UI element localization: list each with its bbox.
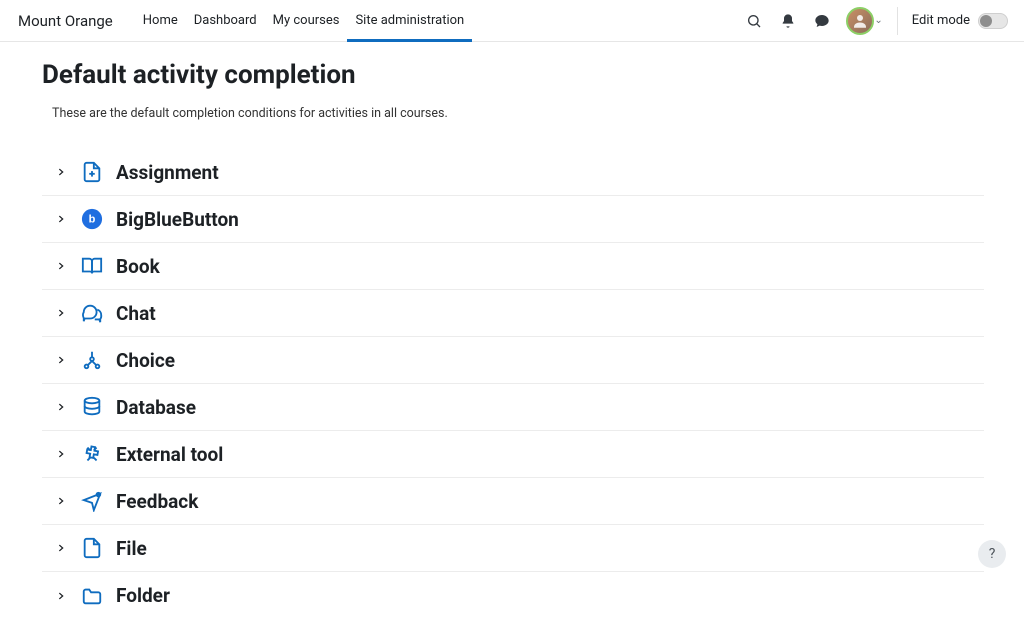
avatar[interactable] xyxy=(846,7,874,35)
activity-label: Feedback xyxy=(116,490,198,513)
chevron-right-icon xyxy=(48,535,74,561)
activity-row-book[interactable]: Book xyxy=(42,243,984,290)
nav-my-courses[interactable]: My courses xyxy=(265,0,348,41)
chevron-right-icon xyxy=(48,253,74,279)
activity-row-feedback[interactable]: Feedback xyxy=(42,478,984,525)
activity-label: BigBlueButton xyxy=(116,208,239,231)
nav-home[interactable]: Home xyxy=(135,0,186,41)
external-tool-icon xyxy=(80,442,104,466)
brand[interactable]: Mount Orange xyxy=(18,12,113,30)
avatar-caret-icon[interactable]: ⌄ xyxy=(874,15,882,26)
chevron-right-icon xyxy=(48,206,74,232)
book-icon xyxy=(80,254,104,278)
activity-label: External tool xyxy=(116,443,223,466)
page-description: These are the default completion conditi… xyxy=(52,106,984,121)
main: Default activity completion These are th… xyxy=(0,42,1024,619)
chevron-right-icon xyxy=(48,300,74,326)
bigbluebutton-icon: b xyxy=(80,207,104,231)
activity-row-bigbluebutton[interactable]: b BigBlueButton xyxy=(42,196,984,243)
bell-icon[interactable] xyxy=(778,11,798,31)
activity-row-folder[interactable]: Folder xyxy=(42,572,984,619)
edit-mode-label: Edit mode xyxy=(912,13,970,28)
messages-icon[interactable] xyxy=(812,11,832,31)
svg-text:b: b xyxy=(89,214,96,226)
activity-label: Folder xyxy=(116,584,170,607)
database-icon xyxy=(80,395,104,419)
activity-label: Choice xyxy=(116,349,175,372)
chevron-right-icon xyxy=(48,394,74,420)
header-divider xyxy=(897,7,898,35)
activity-row-assignment[interactable]: Assignment xyxy=(42,149,984,196)
header-right: ⌄ Edit mode xyxy=(744,7,1008,35)
file-icon xyxy=(80,536,104,560)
chevron-right-icon xyxy=(48,488,74,514)
activity-row-chat[interactable]: Chat xyxy=(42,290,984,337)
chevron-right-icon xyxy=(48,441,74,467)
activity-row-database[interactable]: Database xyxy=(42,384,984,431)
edit-mode-toggle[interactable] xyxy=(978,13,1008,29)
activity-label: Database xyxy=(116,396,196,419)
activity-list: Assignment b BigBlueButton Book xyxy=(42,149,984,619)
feedback-icon xyxy=(80,489,104,513)
header: Mount Orange Home Dashboard My courses S… xyxy=(0,0,1024,42)
activity-label: Assignment xyxy=(116,161,219,184)
activity-label: Book xyxy=(116,255,160,278)
chevron-right-icon xyxy=(48,583,74,609)
assignment-icon xyxy=(80,160,104,184)
folder-icon xyxy=(80,584,104,608)
search-icon[interactable] xyxy=(744,11,764,31)
activity-row-choice[interactable]: Choice xyxy=(42,337,984,384)
activity-label: Chat xyxy=(116,302,156,325)
nav-site-administration[interactable]: Site administration xyxy=(347,0,472,41)
nav-dashboard[interactable]: Dashboard xyxy=(186,0,265,41)
nav: Home Dashboard My courses Site administr… xyxy=(135,0,472,41)
page-title: Default activity completion xyxy=(42,60,984,90)
help-button[interactable]: ? xyxy=(978,540,1006,568)
chevron-right-icon xyxy=(48,159,74,185)
edit-mode: Edit mode xyxy=(912,13,1008,29)
chat-icon xyxy=(80,301,104,325)
activity-row-external-tool[interactable]: External tool xyxy=(42,431,984,478)
activity-label: File xyxy=(116,537,147,560)
chevron-right-icon xyxy=(48,347,74,373)
activity-row-file[interactable]: File xyxy=(42,525,984,572)
choice-icon xyxy=(80,348,104,372)
